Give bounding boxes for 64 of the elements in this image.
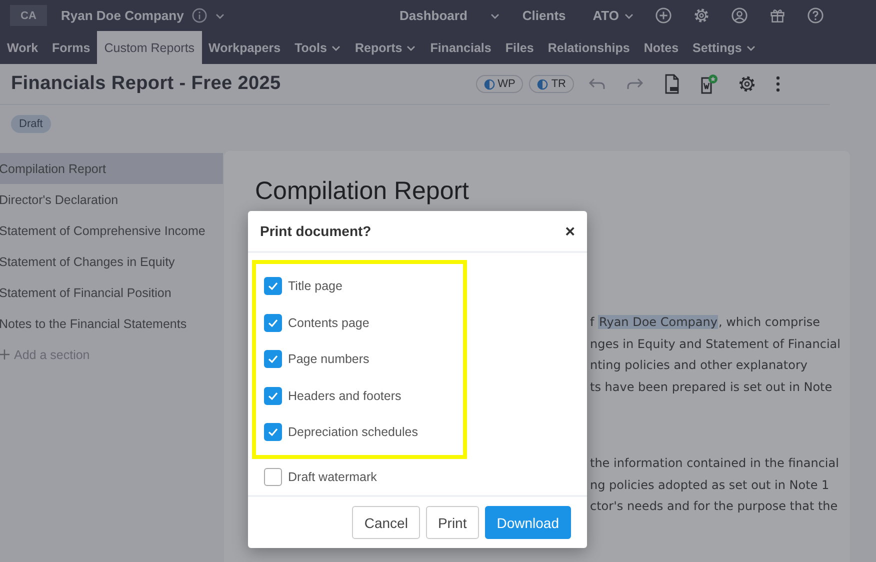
company-name[interactable]: Ryan Doe Company (61, 8, 184, 23)
plus-icon (0, 349, 10, 360)
nav-tab[interactable]: Reports (348, 31, 424, 64)
download-button[interactable]: Download (484, 506, 571, 540)
more-icon[interactable] (776, 76, 780, 92)
option-label: Contents page (288, 316, 370, 330)
toggle-pill[interactable]: TR (529, 75, 574, 93)
option-label: Headers and footers (288, 388, 402, 403)
checkbox[interactable] (264, 350, 282, 368)
paragraph-line: nges in Equity and Statement of Financial (590, 336, 842, 352)
paragraph-line: nting policies and other explanatory (590, 357, 808, 374)
option-label: Title page (288, 279, 342, 294)
paragraph-line: the information contained in the financial (590, 455, 840, 472)
nav-tab[interactable]: Settings (686, 31, 763, 64)
dialog-button[interactable]: Cancel (352, 506, 420, 540)
nav-tab[interactable]: Files (498, 31, 541, 64)
top-nav-link[interactable]: ATO (592, 8, 619, 23)
user-icon[interactable] (731, 7, 748, 24)
check-icon (267, 390, 279, 402)
report-title: Financials Report - Free 2025 (11, 73, 281, 95)
option-label: Draft watermark (288, 470, 377, 484)
close-button[interactable]: × (563, 222, 577, 240)
settings-icon[interactable] (738, 75, 756, 93)
checkbox[interactable] (264, 314, 282, 332)
dialog-button[interactable]: Print (426, 506, 479, 540)
nav-tab[interactable]: Financials (423, 31, 498, 64)
check-icon (267, 280, 279, 292)
document-heading: Compilation Report (255, 179, 470, 207)
document-star-icon[interactable] (700, 74, 718, 94)
help-icon[interactable] (807, 7, 824, 24)
top-nav-link[interactable]: Dashboard (400, 8, 468, 23)
info-icon[interactable] (192, 8, 207, 23)
paragraph-line: ts have been prepared is set out in Note (590, 378, 834, 396)
nav-tab[interactable]: Notes (636, 31, 686, 64)
checkbox[interactable] (264, 468, 282, 486)
top-nav-link[interactable]: Clients (522, 8, 566, 23)
nav-tab[interactable]: Relationships (540, 31, 637, 64)
gift-icon[interactable] (769, 7, 786, 24)
paragraph-line: ctor's needs and for the purpose that the (590, 498, 839, 515)
nav-tab[interactable]: Workpapers (202, 31, 288, 64)
checkbox[interactable] (264, 423, 282, 442)
checkbox[interactable] (264, 277, 282, 296)
nav-tab[interactable]: Tools (288, 31, 348, 64)
check-icon (267, 426, 279, 438)
toggle-pill[interactable]: WP (476, 75, 524, 93)
half-circle-icon (537, 78, 548, 90)
check-icon (267, 353, 279, 366)
nav-tab[interactable]: Forms (45, 31, 98, 64)
nav-tab[interactable]: Custom Reports (97, 31, 202, 64)
dialog-title: Print document? (260, 223, 372, 240)
section-item[interactable]: Notes to the Financial Statements (0, 308, 223, 339)
half-circle-icon (484, 78, 495, 90)
option-label: Page numbers (288, 352, 370, 366)
paragraph-line: f Ryan Doe Company, which comprise (590, 314, 822, 331)
check-icon (267, 316, 279, 329)
section-item[interactable]: Director's Declaration (0, 184, 223, 215)
section-item[interactable]: Compilation Report (0, 153, 223, 184)
status-badge: Draft (11, 115, 51, 133)
option-label: Depreciation schedules (288, 425, 418, 440)
paragraph-line: ng policies adopted as set out in Note 1 (590, 476, 830, 494)
checkbox[interactable] (264, 386, 282, 405)
company-avatar[interactable]: CA (10, 5, 47, 26)
nav-tab[interactable]: Work (0, 31, 46, 64)
add-icon[interactable] (655, 7, 672, 24)
